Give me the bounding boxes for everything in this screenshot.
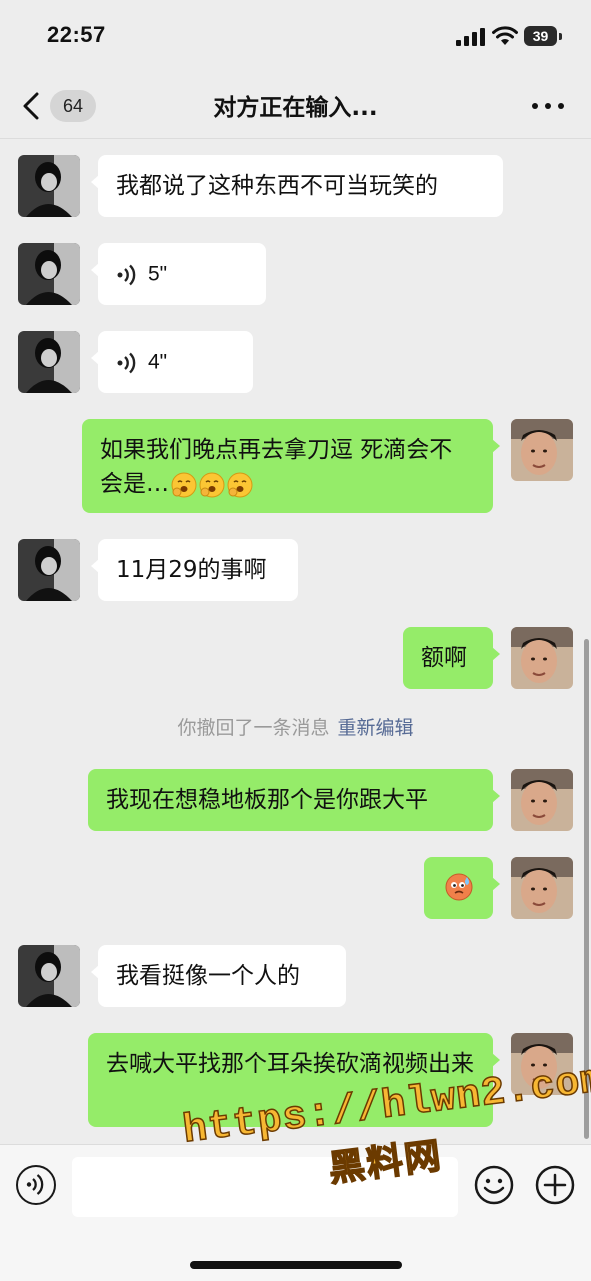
voice-duration: 5" — [148, 262, 168, 286]
voice-wave-icon — [117, 264, 136, 285]
message-bubble-incoming[interactable]: 11月29的事啊 — [91, 539, 298, 601]
message-input[interactable] — [72, 1157, 458, 1217]
home-indicator — [190, 1261, 402, 1269]
input-toolbar — [0, 1144, 591, 1281]
my-avatar[interactable] — [511, 769, 573, 831]
message-bubble-outgoing[interactable]: 额啊 — [403, 627, 500, 689]
message-bubble-incoming[interactable]: 我看挺像一个人的 — [91, 945, 346, 1007]
contact-avatar[interactable] — [18, 539, 80, 601]
chevron-left-icon — [23, 92, 39, 120]
message-text: 去喊大平找那个耳朵挨砍滴视频出来 — [106, 1051, 474, 1077]
message-text: 我现在想稳地板那个是你跟大平 — [106, 787, 428, 813]
contact-avatar[interactable] — [18, 243, 80, 305]
chat-header: 64 对方正在输入... — [0, 72, 591, 139]
voice-input-button[interactable] — [16, 1165, 56, 1205]
status-bar: 22:57 39 — [0, 0, 591, 72]
contact-avatar[interactable] — [18, 155, 80, 217]
voice-message-bubble[interactable]: 4" — [91, 331, 253, 393]
wifi-icon — [492, 26, 518, 45]
status-time: 22:57 — [47, 22, 106, 47]
scrollbar[interactable] — [584, 639, 589, 1139]
emoji-button-icon[interactable] — [474, 1165, 514, 1205]
message-bubble-outgoing[interactable]: 如果我们晚点再去拿刀逗 死滴会不会是… — [82, 419, 500, 513]
emoji-message-bubble[interactable] — [424, 857, 500, 919]
message-list[interactable]: 我都说了这种东西不可当玩笑的 5" 4" 如果我们晚点再去拿刀逗 死滴会不会是…… — [0, 139, 591, 1144]
my-avatar[interactable] — [511, 857, 573, 919]
message-text: 额啊 — [421, 645, 467, 671]
voice-duration: 4" — [148, 350, 168, 374]
recall-notice: 你撤回了一条消息 重新编辑 — [0, 713, 591, 740]
battery-level: 39 — [532, 28, 549, 44]
battery-icon: 39 — [524, 26, 564, 46]
voice-wave-icon — [26, 1174, 44, 1195]
voice-message-bubble[interactable]: 5" — [91, 243, 266, 305]
yawn-emoji — [171, 472, 197, 497]
voice-wave-icon — [117, 352, 136, 373]
my-avatar[interactable] — [511, 627, 573, 689]
cellular-signal-icon — [456, 28, 485, 46]
recall-notice-text: 你撤回了一条消息 — [177, 717, 330, 739]
message-text: 我看挺像一个人的 — [116, 963, 300, 989]
more-options-button[interactable] — [530, 94, 566, 116]
yawn-emoji — [227, 472, 253, 497]
message-text: 我都说了这种东西不可当玩笑的 — [116, 173, 438, 199]
unread-count-badge: 64 — [50, 90, 96, 122]
message-bubble-outgoing[interactable]: 去喊大平找那个耳朵挨砍滴视频出来 — [88, 1033, 500, 1127]
contact-avatar[interactable] — [18, 331, 80, 393]
message-text: 11月29的事啊 — [116, 557, 267, 583]
sweat-face-emoji — [445, 873, 473, 901]
yawn-emoji — [199, 472, 225, 497]
contact-avatar[interactable] — [18, 945, 80, 1007]
back-button[interactable]: 64 — [20, 88, 100, 124]
message-text: 如果我们晚点再去拿刀逗 死滴会不会是… — [100, 437, 453, 497]
my-avatar[interactable] — [511, 1033, 573, 1095]
message-bubble-incoming[interactable]: 我都说了这种东西不可当玩笑的 — [91, 155, 503, 217]
message-bubble-outgoing[interactable]: 我现在想稳地板那个是你跟大平 — [88, 769, 500, 831]
plus-button-icon[interactable] — [535, 1165, 575, 1205]
my-avatar[interactable] — [511, 419, 573, 481]
re-edit-link[interactable]: 重新编辑 — [338, 717, 414, 739]
